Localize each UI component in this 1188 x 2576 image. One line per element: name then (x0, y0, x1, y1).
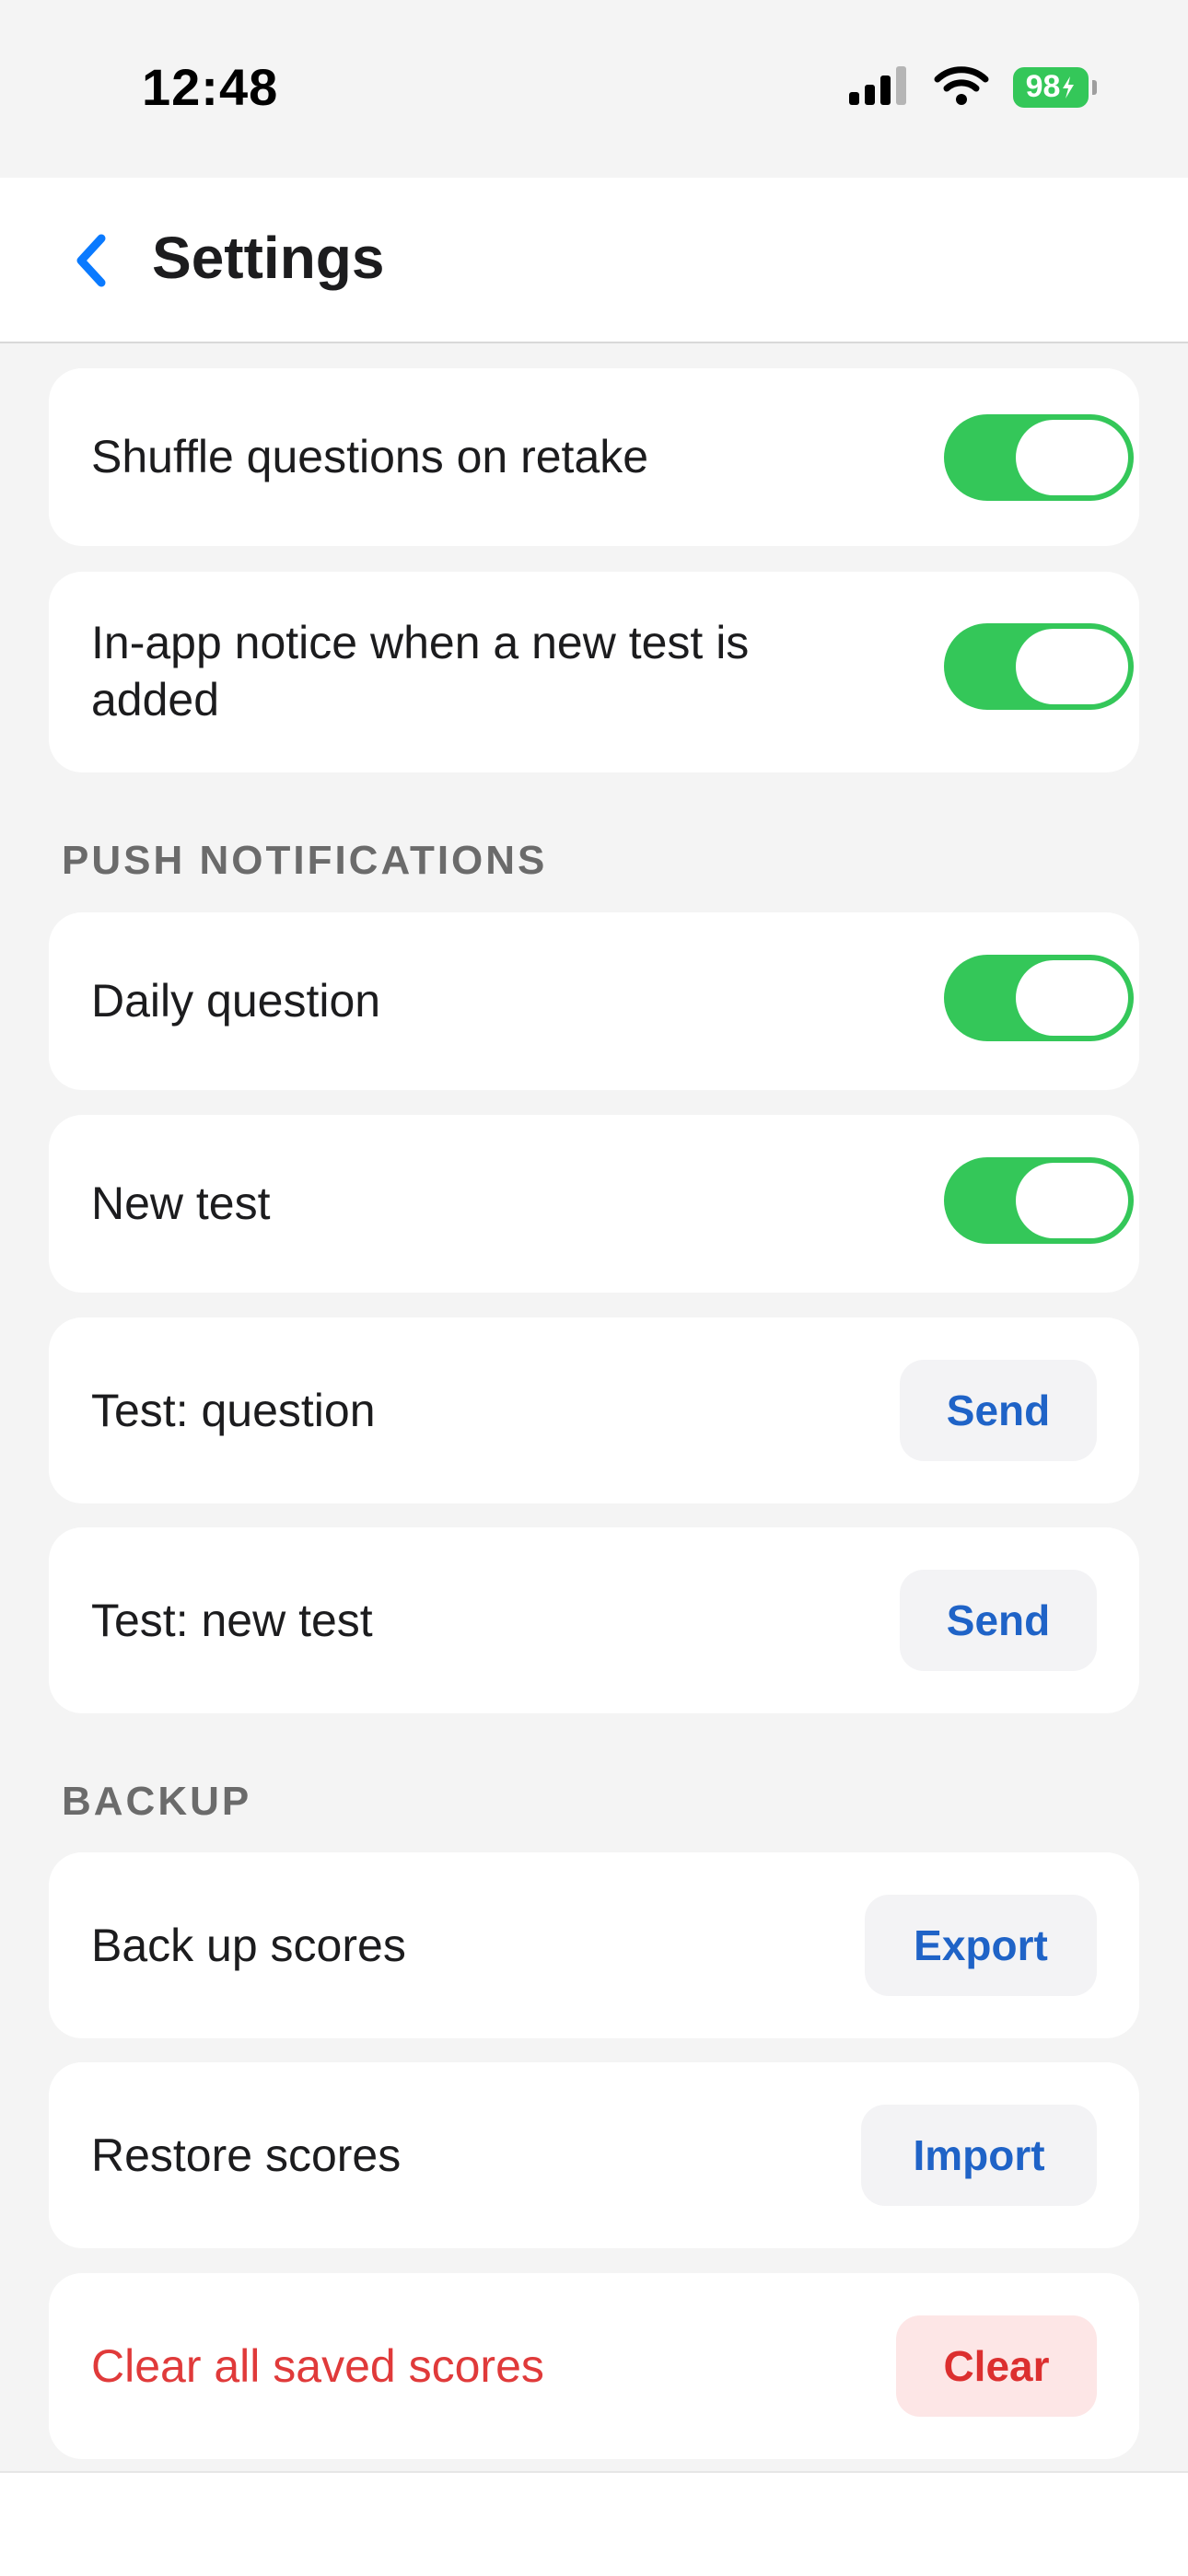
new-test-notice-label: In-app notice when a new test is added (91, 617, 750, 725)
shuffle-toggle[interactable] (944, 414, 1134, 501)
export-button[interactable]: Export (865, 1895, 1097, 1996)
shuffle-setting-row: Shuffle questions on retake (49, 368, 1139, 546)
clear-button[interactable]: Clear (896, 2315, 1097, 2417)
new-test-notice-row: In-app notice when a new test is added (49, 572, 1139, 772)
import-button[interactable]: Import (861, 2105, 1097, 2206)
backup-scores-label: Back up scores (91, 1920, 406, 1971)
test-new-test-row: Test: new test Send (49, 1527, 1139, 1713)
restore-scores-row: Restore scores Import (49, 2062, 1139, 2248)
battery-level: 98 (1025, 69, 1061, 104)
battery-cap (1092, 79, 1097, 95)
send-test-new-test-button[interactable]: Send (900, 1570, 1097, 1671)
bottom-bar (0, 2471, 1188, 2576)
status-bar: 12:48 98 (0, 0, 1188, 178)
new-test-row: New test (49, 1115, 1139, 1293)
toggle-knob (1016, 629, 1128, 704)
backup-scores-row: Back up scores Export (49, 1852, 1139, 2038)
new-test-label: New test (91, 1178, 271, 1229)
bolt-icon (1063, 75, 1075, 99)
clear-scores-label: Clear all saved scores (91, 2340, 544, 2392)
navigation-bar: Settings (0, 178, 1188, 343)
test-question-label: Test: question (91, 1385, 376, 1436)
clear-scores-row: Clear all saved scores Clear (49, 2273, 1139, 2459)
chevron-left-icon (76, 234, 106, 287)
page-title: Settings (152, 225, 385, 291)
push-notifications-header: PUSH NOTIFICATIONS (62, 838, 548, 883)
status-icons: 98 (849, 64, 1097, 110)
backup-header: BACKUP (62, 1779, 252, 1824)
status-time: 12:48 (142, 58, 279, 116)
send-test-question-button[interactable]: Send (900, 1360, 1097, 1461)
back-button[interactable] (63, 224, 118, 297)
toggle-knob (1016, 960, 1128, 1036)
daily-question-toggle[interactable] (944, 955, 1134, 1041)
new-test-notice-toggle[interactable] (944, 623, 1134, 710)
wifi-icon (934, 64, 989, 110)
toggle-knob (1016, 1163, 1128, 1238)
restore-scores-label: Restore scores (91, 2129, 402, 2181)
test-new-test-label: Test: new test (91, 1595, 373, 1646)
cellular-signal-icon (849, 64, 910, 110)
test-question-row: Test: question Send (49, 1317, 1139, 1503)
daily-question-row: Daily question (49, 912, 1139, 1090)
toggle-knob (1016, 420, 1128, 495)
daily-question-label: Daily question (91, 975, 381, 1027)
new-test-toggle[interactable] (944, 1157, 1134, 1244)
shuffle-label: Shuffle questions on retake (91, 431, 649, 482)
battery-charging-icon: 98 (1013, 66, 1097, 108)
